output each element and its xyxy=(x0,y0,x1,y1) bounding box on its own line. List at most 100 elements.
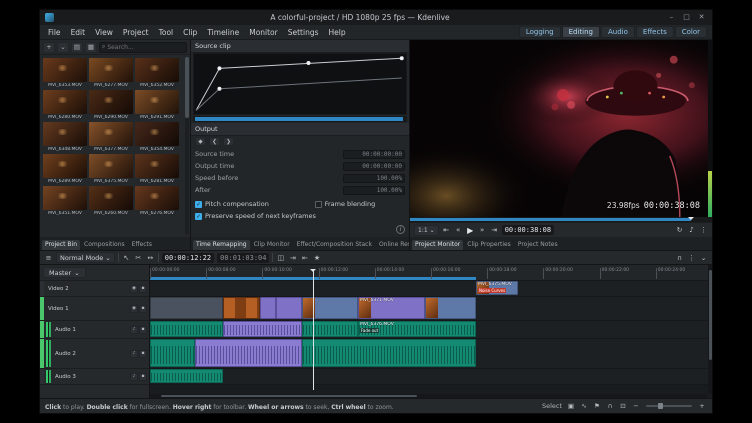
menu-settings[interactable]: Settings xyxy=(283,27,324,38)
bin-clip[interactable]: MVI_6281.MOV xyxy=(135,154,179,184)
bin-clip[interactable]: MVI_6353.MOV xyxy=(43,58,87,88)
workspace-color[interactable]: Color xyxy=(675,26,707,38)
timeline-clip[interactable] xyxy=(276,297,301,319)
snap-toggle[interactable]: ∩ xyxy=(605,402,615,410)
monitor-video-area[interactable]: 23.98fps 00:00:38:08 xyxy=(410,40,712,217)
timeline-clip[interactable] xyxy=(150,339,195,367)
skip-end-button[interactable]: ⇥ xyxy=(490,226,499,234)
track-header-video-1[interactable]: Video 1◉▪ xyxy=(40,297,149,321)
timeline-clip[interactable] xyxy=(195,339,302,367)
bin-clip[interactable]: MVI_6351.MOV xyxy=(43,186,87,216)
mute-track-icon[interactable]: ♪ xyxy=(130,326,138,334)
icon-view-button[interactable]: ▦ xyxy=(85,42,97,53)
zoom-in-button[interactable]: + xyxy=(697,402,707,410)
bin-clip[interactable]: MVI_6354.MOV xyxy=(135,122,179,152)
lock-track-icon[interactable]: ▪ xyxy=(139,350,147,358)
tab-clip-properties[interactable]: Clip Properties xyxy=(464,240,514,250)
bin-search-input[interactable] xyxy=(107,44,184,51)
mute-track-icon[interactable]: ♪ xyxy=(130,373,138,381)
bin-clip[interactable]: MVI_6291.MOV xyxy=(135,90,179,120)
previous-keyframe-button[interactable]: ❮ xyxy=(209,137,220,146)
zoom-out-button[interactable]: − xyxy=(631,402,641,410)
lock-track-icon[interactable]: ▪ xyxy=(139,285,147,293)
timeline-clip[interactable] xyxy=(223,321,302,337)
menu-edit[interactable]: Edit xyxy=(66,27,91,38)
track-lane-audio-1[interactable]: MVI_6376.MOVFade out xyxy=(150,321,712,339)
insert-zone-button[interactable]: ⇥ xyxy=(288,254,297,262)
menu-view[interactable]: View xyxy=(90,27,118,38)
lock-track-icon[interactable]: ▪ xyxy=(139,373,147,381)
razor-tool-button[interactable]: ✂ xyxy=(134,254,143,262)
mute-track-icon[interactable]: ♪ xyxy=(130,350,138,358)
checkbox-pitch-compensation[interactable]: ✓Pitch compensation xyxy=(195,200,315,208)
timeline-clip[interactable]: MVI_6376.MOVFade out xyxy=(358,321,476,337)
volume-button[interactable]: ♪ xyxy=(687,226,696,234)
target-strip[interactable] xyxy=(40,281,44,296)
tab-effects[interactable]: Effects xyxy=(129,240,155,250)
timeline-menu-icon[interactable]: ≡ xyxy=(44,254,53,262)
info-icon[interactable]: i xyxy=(396,225,405,234)
timeline-clip[interactable]: MVI_6375.MOVNoise Curves xyxy=(476,281,518,295)
tab-project-monitor[interactable]: Project Monitor xyxy=(412,240,463,250)
snap-button[interactable]: ∩ xyxy=(675,254,684,262)
menu-monitor[interactable]: Monitor xyxy=(244,27,283,38)
menu-tool[interactable]: Tool xyxy=(154,27,179,38)
remap-source-zone[interactable] xyxy=(193,116,407,122)
target-strip[interactable] xyxy=(40,321,44,338)
selection-tool-button[interactable]: ↖ xyxy=(122,254,131,262)
rewind-button[interactable]: « xyxy=(454,226,463,234)
tab-clip-monitor[interactable]: Clip Monitor xyxy=(251,240,293,250)
menu-project[interactable]: Project xyxy=(118,27,154,38)
loop-zone-button[interactable]: ↻ xyxy=(675,226,684,234)
monitor-menu-button[interactable]: ⋮ xyxy=(699,226,708,234)
forward-button[interactable]: » xyxy=(478,226,487,234)
menu-file[interactable]: File xyxy=(43,27,66,38)
track-header-audio-1[interactable]: Audio 1♪▪ xyxy=(40,321,149,339)
timeline-vscrollbar[interactable] xyxy=(708,265,712,394)
tab-compositions[interactable]: Compositions xyxy=(81,240,128,250)
bin-search-box[interactable]: ⌕ xyxy=(99,42,187,53)
master-button[interactable]: Master ⌄ xyxy=(43,267,86,278)
minimize-button[interactable]: – xyxy=(666,12,677,23)
timeline-overflow-button[interactable]: ⋮ xyxy=(687,254,696,262)
skip-start-button[interactable]: ⇤ xyxy=(442,226,451,234)
add-clip-menu-button[interactable]: ⌄ xyxy=(57,42,69,53)
bin-scrollbar[interactable] xyxy=(185,57,189,235)
track-header-video-2[interactable]: Video 2◉▪ xyxy=(40,281,149,297)
tab-time-remapping[interactable]: Time Remapping xyxy=(193,240,250,250)
tab-online-resources[interactable]: Online Resources xyxy=(376,240,409,250)
checkbox-preserve-speed-of-next-keyframes[interactable]: ✓Preserve speed of next keyframes xyxy=(195,212,405,220)
timeline-playhead[interactable] xyxy=(313,269,314,390)
close-button[interactable]: ✕ xyxy=(696,12,707,23)
bin-clip[interactable]: MVI_6289.MOV xyxy=(43,154,87,184)
timeline-clip[interactable] xyxy=(302,297,358,319)
chevron-down-icon[interactable]: ⌄ xyxy=(699,254,708,262)
timeline-clip[interactable] xyxy=(302,321,358,337)
maximize-button[interactable]: □ xyxy=(681,12,692,23)
track-header-audio-3[interactable]: Audio 3♪▪ xyxy=(40,369,149,385)
checkbox-frame-blending[interactable]: Frame blending xyxy=(315,200,405,208)
play-button[interactable]: ▶ xyxy=(466,226,475,235)
titlebar[interactable]: A colorful-project / HD 1080p 25 fps — K… xyxy=(40,10,712,25)
video-thumbnails-toggle[interactable]: ▣ xyxy=(566,402,576,410)
add-clip-button[interactable]: + xyxy=(43,42,55,53)
edit-mode-select[interactable]: Normal Mode ⌄ xyxy=(56,252,115,263)
hide-track-icon[interactable]: ◉ xyxy=(130,285,138,293)
track-lane-audio-3[interactable] xyxy=(150,369,712,385)
timeline-ruler[interactable]: 00:00:06:0000:00:08:0000:00:10:0000:00:1… xyxy=(150,265,712,281)
next-keyframe-button[interactable]: ❯ xyxy=(223,137,234,146)
remap-curve-editor[interactable] xyxy=(193,53,407,115)
timeline-clip[interactable] xyxy=(425,297,476,319)
marker-comments-toggle[interactable]: ⚑ xyxy=(592,402,602,410)
bin-clip[interactable]: MVI_6277.MOV xyxy=(89,58,133,88)
bin-clip[interactable]: MVI_6280.MOV xyxy=(43,90,87,120)
field-value[interactable]: 00:00:00:00 xyxy=(343,150,405,159)
timeline-hscrollbar[interactable] xyxy=(150,394,707,398)
timeline-clip[interactable] xyxy=(223,297,260,319)
monitor-seekbar[interactable] xyxy=(410,217,712,222)
workspace-audio[interactable]: Audio xyxy=(601,26,635,38)
bin-clip[interactable]: MVI_6352.MOV xyxy=(135,58,179,88)
audio-thumbnails-toggle[interactable]: ∿ xyxy=(579,402,589,410)
tab-project-notes[interactable]: Project Notes xyxy=(515,240,561,250)
favorite-effects-button[interactable]: ★ xyxy=(312,254,321,262)
